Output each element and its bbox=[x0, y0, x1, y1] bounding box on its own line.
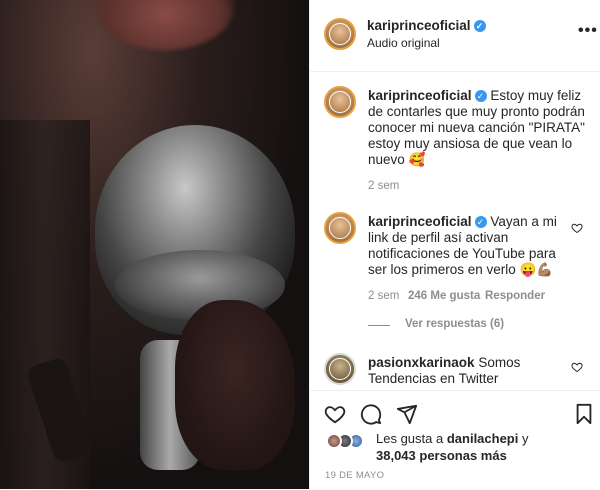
author-avatar[interactable] bbox=[324, 18, 356, 50]
caption-time[interactable]: 2 sem bbox=[368, 180, 399, 192]
verified-icon: ✓ bbox=[473, 20, 486, 33]
post-header: kariprinceoficial ✓ Audio original ••• bbox=[310, 0, 600, 72]
bookmark-icon[interactable] bbox=[574, 403, 594, 425]
likes-suffix: y bbox=[522, 431, 529, 446]
view-replies-button[interactable]: Ver respuestas (6) bbox=[405, 318, 504, 330]
likes-prefix: Les gusta a bbox=[376, 431, 444, 446]
comment-avatar[interactable] bbox=[324, 212, 356, 244]
comment-like-heart-icon[interactable] bbox=[571, 222, 583, 234]
verified-icon: ✓ bbox=[474, 216, 487, 229]
comment-avatar[interactable] bbox=[324, 353, 356, 385]
comment-username[interactable]: pasionxkarinaok bbox=[368, 355, 475, 370]
likes-summary: Les gusta a danilachepi y 38,043 persona… bbox=[376, 430, 529, 464]
caption: kariprinceoficial ✓ Estoy muy feliz de co… bbox=[368, 88, 593, 168]
likes-user[interactable]: danilachepi bbox=[447, 431, 519, 446]
verified-icon: ✓ bbox=[474, 90, 487, 103]
comment: pasionxkarinaok Somos Tendencias en Twit… bbox=[368, 355, 568, 387]
comment-reply-button[interactable]: Responder bbox=[485, 290, 545, 302]
comment-username[interactable]: kariprinceoficial bbox=[368, 214, 472, 229]
likes-count[interactable]: 38,043 personas más bbox=[376, 448, 507, 463]
post-video[interactable] bbox=[0, 0, 309, 489]
comment-likes[interactable]: 246 Me gusta bbox=[408, 290, 480, 302]
more-options-icon[interactable]: ••• bbox=[578, 22, 598, 40]
liker-avatar[interactable] bbox=[326, 433, 342, 449]
audio-label[interactable]: Audio original bbox=[367, 36, 440, 50]
comment-like-heart-icon[interactable] bbox=[571, 361, 583, 373]
replies-divider bbox=[368, 325, 390, 326]
post-sidebar: kariprinceoficial ✓ Audio original ••• ka… bbox=[309, 0, 600, 490]
author-username[interactable]: kariprinceoficial ✓ bbox=[367, 18, 486, 33]
post-date[interactable]: 19 DE MAYO bbox=[325, 470, 384, 481]
caption-avatar[interactable] bbox=[324, 86, 356, 118]
media-hand bbox=[175, 300, 295, 470]
comment-time[interactable]: 2 sem bbox=[368, 290, 399, 302]
media-lips bbox=[95, 0, 235, 50]
comment-icon[interactable] bbox=[360, 403, 382, 425]
share-icon[interactable] bbox=[396, 403, 418, 425]
caption-username[interactable]: kariprinceoficial bbox=[368, 88, 472, 103]
comment: kariprinceoficial ✓ Vayan a mi link de pe… bbox=[368, 214, 568, 278]
post-viewer: kariprinceoficial ✓ Audio original ••• ka… bbox=[0, 0, 600, 490]
like-heart-icon[interactable] bbox=[324, 403, 346, 425]
author-username-text[interactable]: kariprinceoficial bbox=[367, 18, 471, 33]
